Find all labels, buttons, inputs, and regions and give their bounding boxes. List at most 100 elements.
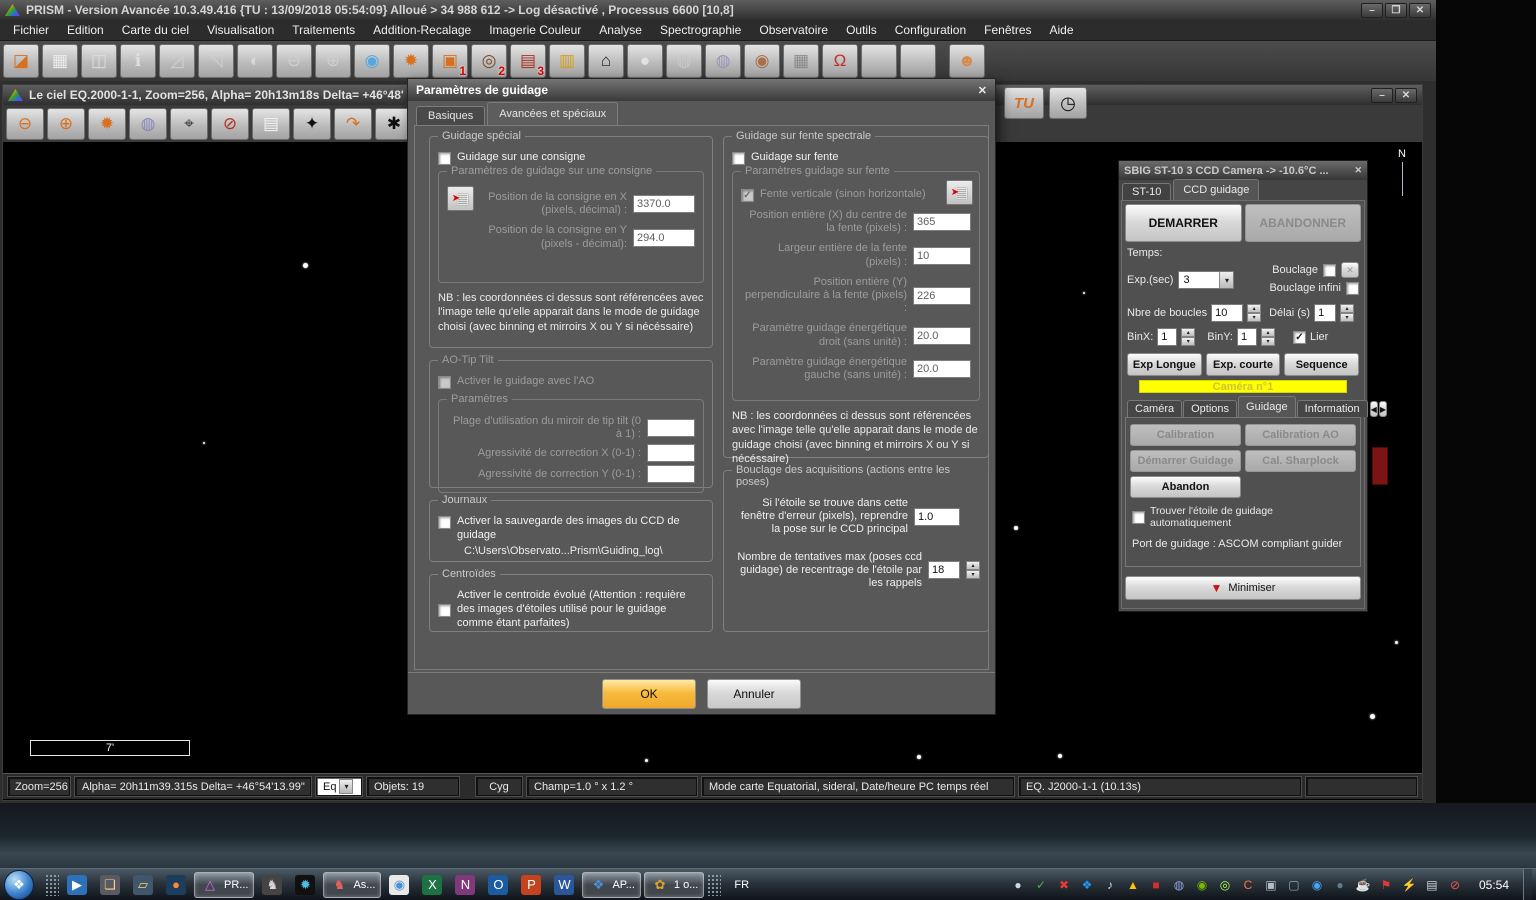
camera-subtab[interactable]: Options <box>1183 400 1237 417</box>
observatory-hat-icon[interactable]: ⌂ <box>588 44 624 78</box>
save-icon[interactable]: ▦ <box>42 44 78 78</box>
zoom-plus-icon[interactable]: ⊕ <box>315 44 351 78</box>
spin-down-icon[interactable] <box>966 570 980 579</box>
pick-slit-icon[interactable]: ➤▤ <box>946 180 973 205</box>
focuser-2-icon[interactable]: ◎ 2 <box>471 44 507 78</box>
link-bin-checkbox[interactable] <box>1293 331 1306 344</box>
chevron-down-icon[interactable]: ▾ <box>1219 272 1233 288</box>
consigne-y-input[interactable] <box>633 229 695 247</box>
menu-item[interactable]: Aide <box>1041 21 1083 39</box>
taskbar-clock[interactable]: 05:54 <box>1479 878 1509 892</box>
powerpoint-icon[interactable]: P <box>516 872 546 898</box>
planet-icon[interactable]: ◉ <box>744 44 780 78</box>
tab-scroll-right-icon[interactable]: ▶ <box>1379 401 1387 417</box>
camera-subtab[interactable]: Guidage <box>1238 396 1296 417</box>
menu-item[interactable]: Edition <box>58 21 113 39</box>
display-icon[interactable]: ▢ <box>1286 877 1302 893</box>
menu-item[interactable]: Addition-Recalage <box>364 21 480 39</box>
infinite-loop-checkbox[interactable] <box>1346 282 1359 295</box>
chart-zoom-in-icon[interactable]: ⊕ <box>47 108 85 140</box>
calibration-button[interactable]: Calibration <box>1130 424 1241 446</box>
universal-time-button[interactable]: TU <box>1004 87 1044 119</box>
camera-1-icon[interactable]: ▣ 1 <box>432 44 468 78</box>
show-desktop-button[interactable] <box>1523 869 1532 900</box>
clipboard-plug-icon[interactable]: ▤ <box>1424 877 1440 893</box>
spinner-control[interactable] <box>1181 328 1195 346</box>
audio-jack-icon[interactable]: ♪ <box>1102 877 1118 893</box>
delete-target-icon[interactable]: ⊘ <box>211 108 249 140</box>
cal-sharplock-button[interactable]: Cal. Sharplock <box>1245 450 1356 472</box>
minimize-icon[interactable]: – <box>1361 3 1383 18</box>
zoom-minus-icon[interactable]: ⊖ <box>276 44 312 78</box>
exposure-select[interactable]: 3 ▾ <box>1178 271 1234 289</box>
menu-item[interactable]: Carte du ciel <box>113 21 198 39</box>
spin-up-icon[interactable] <box>1181 328 1195 337</box>
spinner-control[interactable] <box>1247 304 1261 322</box>
tool-blank-2[interactable] <box>900 44 936 78</box>
sphere-icon[interactable]: ● <box>627 44 663 78</box>
striped-ball-icon[interactable]: ◍ <box>705 44 741 78</box>
photo-viewer-icon[interactable]: ❏ <box>95 872 125 898</box>
menu-item[interactable]: Spectrographie <box>651 21 750 39</box>
sequence-button[interactable]: Sequence <box>1284 353 1359 376</box>
ccleaner-icon[interactable]: C <box>1240 877 1256 893</box>
spinner-control[interactable] <box>1261 328 1275 346</box>
spin-up-icon[interactable] <box>966 561 980 570</box>
tab-scroll-left-icon[interactable]: ◀ <box>1370 401 1378 417</box>
dome-disk-icon[interactable]: ◍ <box>666 44 702 78</box>
loops-count-input[interactable] <box>1211 304 1243 322</box>
star-move-icon[interactable]: ✦ <box>293 108 331 140</box>
max-retries-input[interactable] <box>928 561 960 579</box>
spinner-control[interactable] <box>1340 304 1354 322</box>
language-indicator[interactable]: FR <box>734 879 749 891</box>
menu-item[interactable]: Observatoire <box>750 21 837 39</box>
image-adjust-icon[interactable]: ◫ <box>81 44 117 78</box>
menu-item[interactable]: Analyse <box>590 21 651 39</box>
camera-lens-icon[interactable]: ◎ <box>1217 877 1233 893</box>
slit-y-input[interactable] <box>913 287 971 305</box>
dialog-tab[interactable]: Avancées et spéciaux <box>487 102 618 125</box>
flip-view-icon[interactable]: ↷ <box>334 108 372 140</box>
ao-enable-checkbox[interactable] <box>438 376 451 389</box>
spin-down-icon[interactable] <box>1181 337 1195 346</box>
camera-3-icon[interactable]: ▤ 3 <box>510 44 546 78</box>
close-icon[interactable]: ✕ <box>1395 88 1417 103</box>
maximize-icon[interactable]: ❐ <box>1385 3 1407 18</box>
camera-subtab[interactable]: Caméra <box>1127 400 1182 417</box>
short-exposure-button[interactable]: Exp. courte <box>1206 353 1281 376</box>
ap-app-button[interactable]: ❖ AP... <box>582 872 640 898</box>
spin-up-icon[interactable] <box>1340 304 1354 313</box>
slit-x-input[interactable] <box>913 213 971 231</box>
calibration-ao-button[interactable]: Calibration AO <box>1245 424 1356 446</box>
security-cat-icon[interactable]: ♞ <box>257 872 287 898</box>
chart-zoom-out-icon[interactable]: ⊖ <box>6 108 44 140</box>
dual-monitor-icon[interactable]: ▣ <box>1263 877 1279 893</box>
delay-input[interactable] <box>1314 304 1336 322</box>
stop-loop-icon[interactable]: ✕ <box>1341 262 1359 278</box>
tip-tilt-range-input[interactable] <box>647 419 695 437</box>
usb-ok-icon[interactable]: ✓ <box>1033 877 1049 893</box>
minimize-icon[interactable]: – <box>1371 88 1393 103</box>
biny-input[interactable] <box>1237 328 1257 346</box>
menu-item[interactable]: Configuration <box>886 21 975 39</box>
frame-select[interactable]: Eq ▾ <box>316 777 362 796</box>
menu-item[interactable]: Fenêtres <box>975 21 1040 39</box>
headset-lock-icon[interactable]: ● <box>1010 877 1026 893</box>
spin-up-icon[interactable] <box>1247 304 1261 313</box>
save-guiding-images-checkbox[interactable] <box>438 516 451 529</box>
abort-button[interactable]: ABANDONNER <box>1245 204 1362 242</box>
long-exposure-button[interactable]: Exp Longue <box>1127 353 1202 376</box>
network-warning-icon[interactable]: ▲ <box>1125 877 1141 893</box>
abandon-button[interactable]: Abandon <box>1130 476 1241 498</box>
ok-button[interactable]: OK <box>602 679 696 709</box>
sync-error-icon[interactable]: ✖ <box>1056 877 1072 893</box>
start-button[interactable]: DEMARRER <box>1125 204 1242 242</box>
binoculars-icon[interactable]: ⌖ <box>170 108 208 140</box>
screen-zoom-icon[interactable]: ◉ <box>354 44 390 78</box>
energy-right-input[interactable] <box>913 327 971 345</box>
prism-app-button[interactable]: △ PR... <box>194 872 254 898</box>
energy-left-input[interactable] <box>913 360 971 378</box>
spin-down-icon[interactable] <box>1261 337 1275 346</box>
pick-position-icon[interactable]: ➤▤ <box>447 186 474 211</box>
aggressivity-y-input[interactable] <box>647 465 695 483</box>
